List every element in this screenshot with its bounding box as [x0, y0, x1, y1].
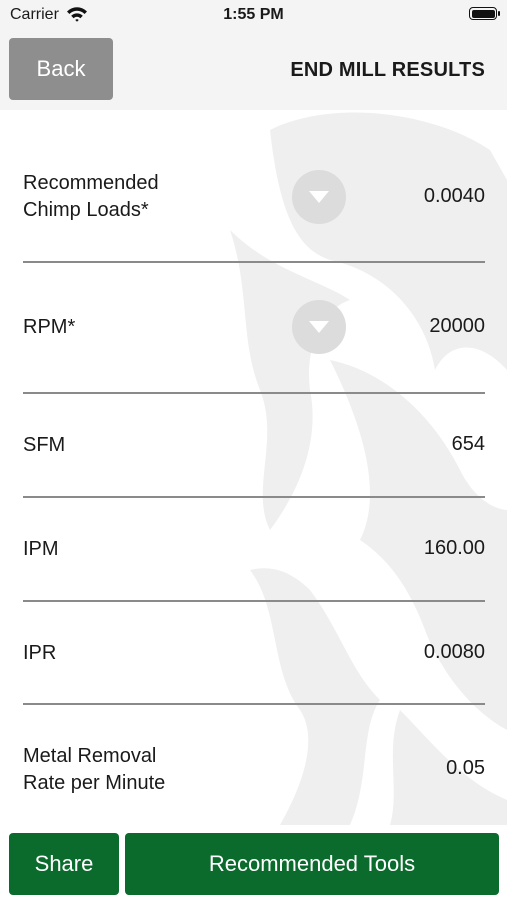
result-label: Recommended Chimp Loads*: [23, 172, 159, 221]
row-divider: [23, 703, 485, 705]
chevron-down-icon: [309, 191, 329, 203]
result-value: 0.05: [446, 757, 485, 779]
battery-icon: [469, 7, 500, 20]
page-title: END MILL RESULTS: [290, 59, 485, 81]
result-value: 160.00: [423, 537, 485, 559]
mascot-watermark-logo: [230, 112, 507, 825]
row-divider: [23, 261, 485, 263]
result-label: IPM: [23, 538, 59, 560]
back-button[interactable]: Back: [9, 38, 113, 100]
result-label: Metal Removal Rate per Minute: [23, 745, 166, 794]
row-divider: [23, 392, 485, 394]
row-divider: [23, 496, 485, 498]
result-value: 0.0080: [423, 641, 485, 663]
result-value: 0.0040: [423, 185, 485, 207]
result-label: RPM*: [23, 316, 76, 338]
share-button[interactable]: Share: [9, 833, 119, 895]
rpm-dropdown-button[interactable]: [292, 300, 346, 354]
result-label: IPR: [23, 642, 57, 664]
result-value: 654: [451, 433, 485, 455]
recommended-tools-button[interactable]: Recommended Tools: [125, 833, 499, 895]
chimp-loads-dropdown-button[interactable]: [292, 170, 346, 224]
result-value: 20000: [429, 315, 485, 337]
status-time: 1:55 PM: [223, 6, 284, 23]
navigation-bar: Back END MILL RESULTS: [0, 30, 507, 110]
result-label: SFM: [23, 434, 66, 456]
results-list[interactable]: Recommended Chimp Loads* 0.0040 RPM* 200…: [0, 110, 507, 825]
status-bar: Carrier 1:55 PM: [0, 0, 507, 30]
row-divider: [23, 600, 485, 602]
chevron-down-icon: [309, 321, 329, 333]
